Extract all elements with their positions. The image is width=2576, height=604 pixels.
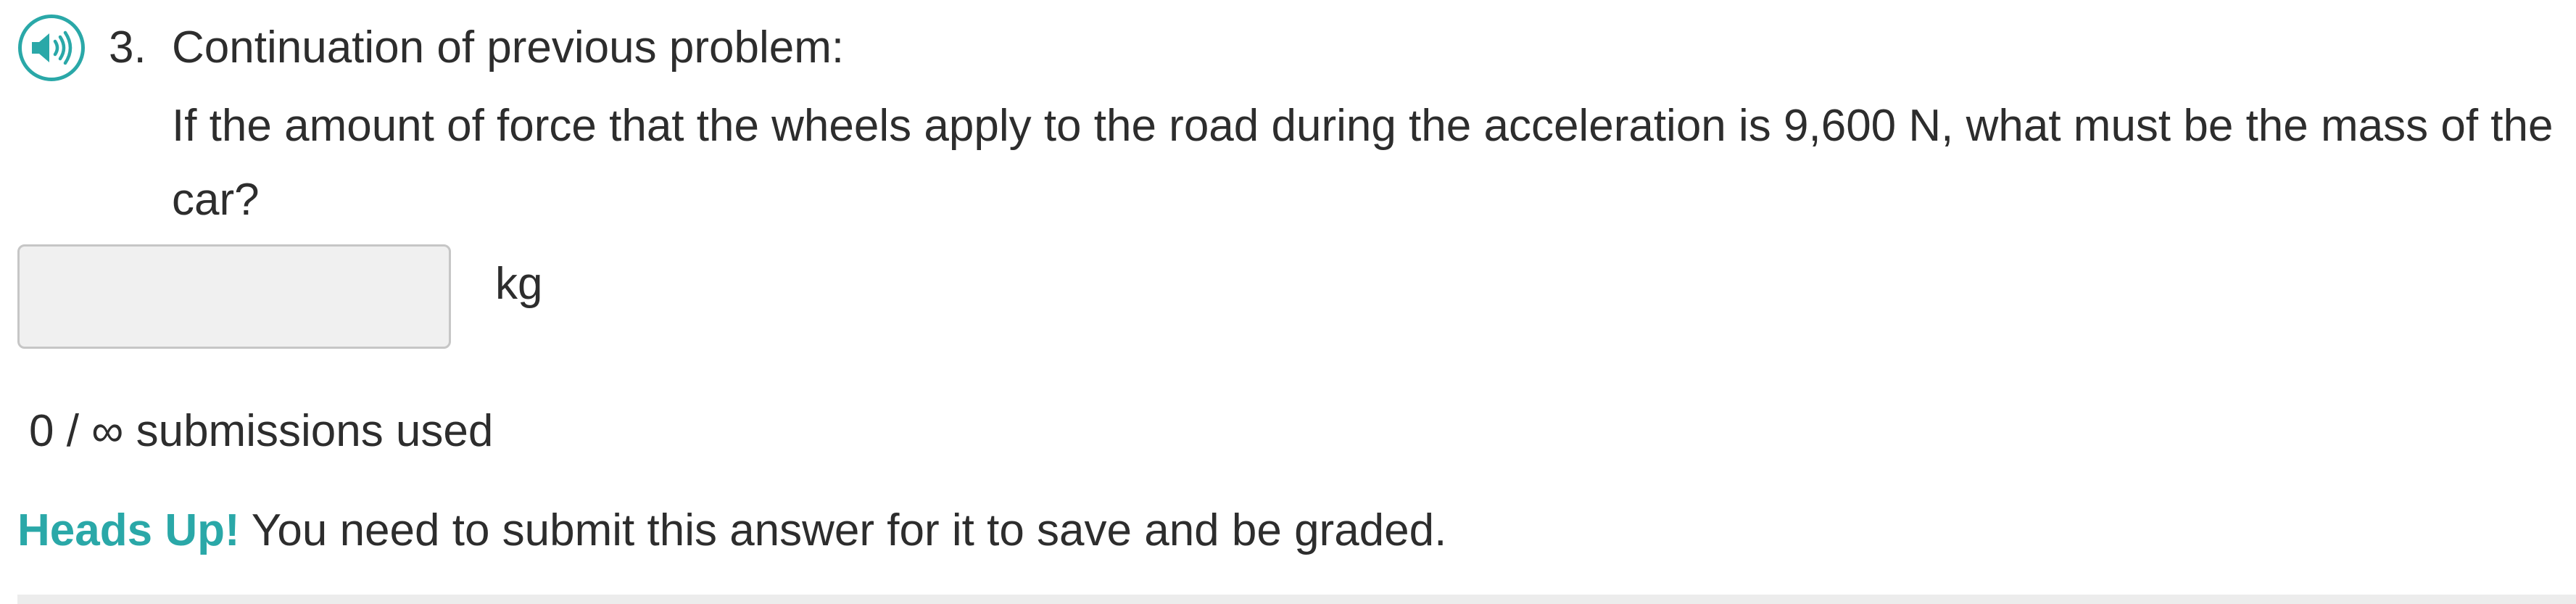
heads-up-notice: Heads Up! You need to submit this answer… <box>17 502 1446 560</box>
heads-up-message: You need to submit this answer for it to… <box>239 505 1447 555</box>
heads-up-label: Heads Up! <box>17 505 240 555</box>
question-number: 3. <box>109 22 146 73</box>
unit-label: kg <box>495 259 543 309</box>
question-text: If the amount of force that the wheels a… <box>172 101 2554 225</box>
audio-button[interactable] <box>18 15 85 81</box>
submissions-counter: 0 / ∞ submissions used <box>29 406 494 456</box>
divider <box>17 595 2576 604</box>
answer-input[interactable] <box>17 244 451 349</box>
speaker-icon <box>32 30 73 65</box>
question-title: Continuation of previous problem: <box>172 22 845 73</box>
